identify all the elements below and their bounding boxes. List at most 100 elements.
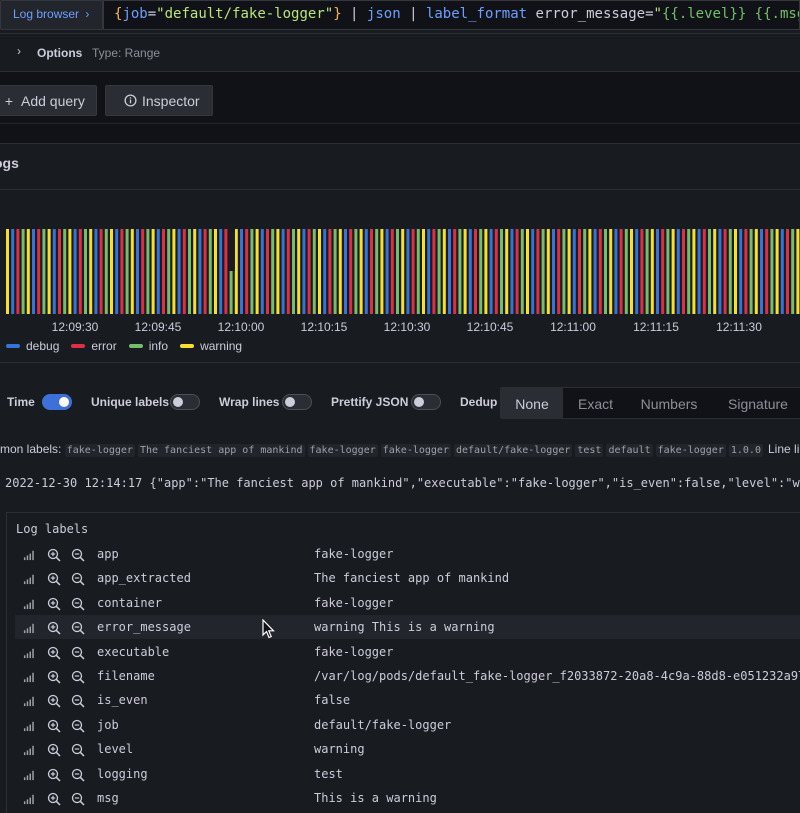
log-browser-button[interactable]: Log browser › (0, 0, 103, 30)
filter-out-value-icon[interactable] (71, 768, 85, 782)
inspector-button[interactable]: Inspector (105, 85, 213, 116)
chevron-right-icon[interactable]: › (17, 44, 21, 58)
histogram-bar (370, 229, 373, 314)
filter-for-value-icon[interactable] (47, 743, 61, 757)
ad-hoc-statistics-icon[interactable] (23, 792, 37, 806)
dedup-option-signature[interactable]: Signature (710, 388, 800, 418)
time-toggle[interactable] (42, 394, 72, 410)
filter-out-value-icon[interactable] (71, 597, 85, 611)
dedup-radio-group: None Exact Numbers Signature (500, 387, 800, 419)
add-query-label: Add query (21, 93, 85, 109)
ad-hoc-statistics-icon[interactable] (23, 572, 37, 586)
ad-hoc-statistics-icon[interactable] (23, 548, 37, 562)
histogram-bar (661, 229, 665, 314)
histogram-bar (390, 229, 394, 314)
common-label-chip: default/fake-logger (453, 444, 573, 457)
unique-labels-toggle[interactable] (170, 394, 200, 410)
filter-for-value-icon[interactable] (47, 548, 61, 562)
prettify-json-toggle[interactable] (411, 394, 441, 410)
histogram-bar (333, 229, 337, 314)
histogram-bar (146, 229, 150, 314)
filter-for-value-icon[interactable] (47, 646, 61, 660)
legend-item-debug[interactable]: debug (6, 339, 59, 353)
ad-hoc-statistics-icon[interactable] (23, 768, 37, 782)
add-query-button[interactable]: + Add query (0, 85, 97, 116)
histogram-bar (572, 229, 576, 314)
filter-for-value-icon[interactable] (47, 670, 61, 684)
time-tick-label: 12:09:30 (51, 320, 99, 334)
histogram-bar (494, 229, 498, 314)
filter-out-value-icon[interactable] (71, 792, 85, 806)
histogram-bar (26, 229, 30, 314)
filter-out-value-icon[interactable] (71, 743, 85, 757)
ad-hoc-statistics-icon[interactable] (23, 719, 37, 733)
log-label-row: logging test (15, 762, 800, 786)
histogram-bar (474, 229, 477, 314)
histogram-bar (780, 229, 784, 314)
filter-out-value-icon[interactable] (71, 719, 85, 733)
histogram-bar (619, 229, 623, 314)
histogram-bar (172, 229, 176, 314)
legend-item-error[interactable]: error (71, 339, 117, 353)
filter-out-value-icon[interactable] (71, 548, 85, 562)
ad-hoc-statistics-icon[interactable] (23, 621, 37, 635)
ad-hoc-statistics-icon[interactable] (23, 646, 37, 660)
histogram-bar (338, 229, 342, 314)
filter-for-value-icon[interactable] (47, 621, 61, 635)
filter-for-value-icon[interactable] (47, 597, 61, 611)
logs-panel: ogs 12:09:30 12:09:45 12:10:00 12:10:15 12:1… (0, 143, 800, 813)
log-label-value: false (314, 693, 351, 708)
wrap-lines-toggle[interactable] (282, 394, 312, 410)
histogram-bar (208, 229, 212, 314)
histogram-bar (422, 229, 425, 314)
filter-out-value-icon[interactable] (71, 646, 85, 660)
info-circle-icon (122, 93, 138, 109)
logs-volume-histogram[interactable] (0, 229, 800, 319)
histogram-bar (442, 229, 446, 314)
histogram-bar (557, 229, 561, 314)
histogram-bar (42, 229, 46, 314)
histogram-bar (546, 229, 550, 314)
filter-out-value-icon[interactable] (71, 621, 85, 635)
filter-out-value-icon[interactable] (71, 572, 85, 586)
filter-for-value-icon[interactable] (47, 792, 61, 806)
histogram-bar (593, 229, 597, 314)
query-options-row[interactable]: › Options Type: Range (0, 34, 800, 72)
histogram-bar (432, 229, 436, 314)
histogram-bar (11, 229, 15, 314)
histogram-bar (89, 229, 93, 314)
ad-hoc-statistics-icon[interactable] (23, 694, 37, 708)
legend-item-warning[interactable]: warning (180, 339, 242, 353)
histogram-bar (505, 229, 509, 314)
histogram-bar (578, 229, 581, 314)
histogram-bar (515, 229, 519, 314)
histogram-bar (58, 229, 61, 314)
histogram-bar (791, 229, 795, 314)
query-editor[interactable]: {job="default/fake-logger"} | json | lab… (103, 0, 800, 30)
histogram-bar (84, 229, 87, 314)
log-row[interactable]: 2022-12-30 12:14:17 {"app":"The fanciest… (5, 476, 800, 492)
ad-hoc-statistics-icon[interactable] (23, 597, 37, 611)
dedup-option-exact[interactable]: Exact (563, 388, 628, 418)
histogram-bar (6, 229, 9, 314)
options-label[interactable]: Options (37, 46, 82, 60)
histogram-bar (385, 229, 389, 314)
filter-for-value-icon[interactable] (47, 719, 61, 733)
dedup-option-none[interactable]: None (501, 388, 563, 418)
common-labels-label: mmon labels: (0, 442, 62, 456)
query-token: | (341, 6, 367, 22)
legend-swatch (71, 343, 86, 348)
dedup-option-numbers[interactable]: Numbers (628, 388, 710, 418)
filter-for-value-icon[interactable] (47, 694, 61, 708)
legend-item-info[interactable]: info (128, 339, 168, 353)
filter-out-value-icon[interactable] (71, 694, 85, 708)
histogram-bar (489, 229, 493, 314)
time-tick-label: 12:09:45 (134, 320, 182, 334)
filter-for-value-icon[interactable] (47, 768, 61, 782)
ad-hoc-statistics-icon[interactable] (23, 743, 37, 757)
filter-for-value-icon[interactable] (47, 572, 61, 586)
divider (0, 189, 800, 190)
filter-out-value-icon[interactable] (71, 670, 85, 684)
histogram-bar (52, 229, 56, 314)
ad-hoc-statistics-icon[interactable] (23, 670, 37, 684)
